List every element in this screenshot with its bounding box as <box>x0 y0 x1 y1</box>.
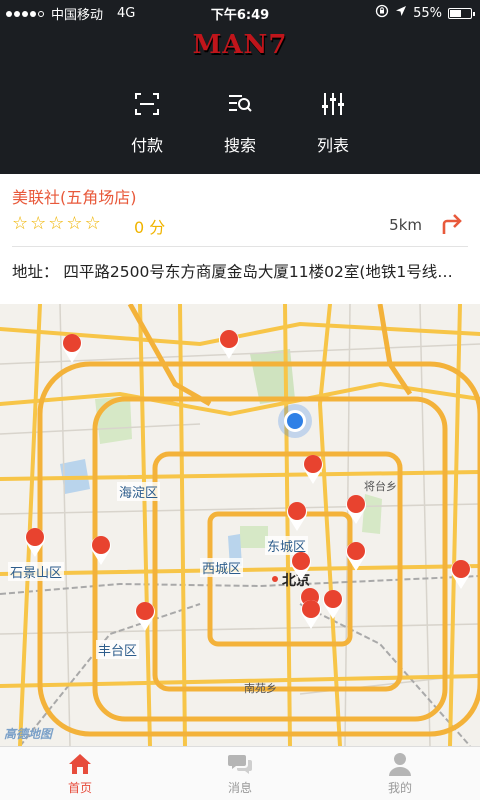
store-marker-icon[interactable] <box>344 493 368 525</box>
store-marker-icon[interactable] <box>289 550 313 582</box>
district-label: 海淀区 <box>117 482 161 501</box>
navigate-arrow-icon[interactable] <box>438 210 466 238</box>
pay-label: 付款 <box>130 136 163 155</box>
district-label: 石景山区 <box>8 562 65 581</box>
rotation-lock-icon <box>375 4 389 22</box>
store-marker-icon[interactable] <box>89 534 113 566</box>
message-icon <box>228 755 252 774</box>
store-marker-icon[interactable] <box>60 332 84 364</box>
pay-button[interactable]: 付款 <box>107 90 187 156</box>
battery-icon <box>448 7 475 19</box>
action-bar: 付款 搜索 列表 <box>0 90 480 160</box>
tab-home[interactable]: 首页 <box>40 751 120 796</box>
rating-score: 0 分 <box>134 218 166 237</box>
scan-icon <box>135 93 159 115</box>
tab-messages[interactable]: 消息 <box>200 751 280 796</box>
tab-profile-label: 我的 <box>387 781 412 795</box>
app-header: 中国移动 4G 下午6:49 55% MAN7 付款 搜索 列表 <box>0 0 480 174</box>
search-button[interactable]: 搜索 <box>200 90 280 156</box>
store-marker-icon[interactable] <box>133 600 157 632</box>
store-marker-icon[interactable] <box>344 540 368 572</box>
battery-percent: 55% <box>413 5 442 21</box>
brand-logo: MAN7 <box>192 30 288 60</box>
place-label: 将台乡 <box>364 480 397 493</box>
store-name[interactable]: 美联社(五角场店) <box>12 184 137 208</box>
district-label: 西城区 <box>200 558 244 577</box>
search-list-icon <box>229 95 252 112</box>
star-icon: ☆ <box>48 213 65 234</box>
store-marker-icon[interactable] <box>301 453 325 485</box>
status-bar: 中国移动 4G 下午6:49 55% <box>0 0 480 24</box>
current-location-dot <box>278 404 312 438</box>
place-label: 南苑乡 <box>244 682 277 695</box>
map-view[interactable]: 海淀区 东城区 西城区 石景山区 丰台区 将台乡 南苑乡 北京 高德地图 <box>0 304 480 746</box>
store-marker-icon[interactable] <box>321 588 345 620</box>
star-icon: ☆ <box>30 213 47 234</box>
map-provider-logo: 高德地图 <box>4 727 53 741</box>
store-marker-icon[interactable] <box>217 328 241 360</box>
store-marker-icon[interactable] <box>449 558 473 590</box>
store-distance: 5km <box>389 216 422 234</box>
divider <box>12 246 468 247</box>
list-button[interactable]: 列表 <box>293 90 373 156</box>
map-roads <box>0 304 480 746</box>
tab-messages-label: 消息 <box>227 781 252 795</box>
city-center-dot <box>272 576 278 582</box>
store-marker-icon[interactable] <box>285 500 309 532</box>
location-arrow-icon <box>395 5 407 21</box>
store-card[interactable]: 美联社(五角场店) ☆ ☆ ☆ ☆ ☆ 0 分 5km 地址： 四平路2500号东方商厦… <box>0 174 480 304</box>
star-icon: ☆ <box>12 213 29 234</box>
home-icon <box>69 754 91 774</box>
rating-stars: ☆ ☆ ☆ ☆ ☆ <box>12 214 101 234</box>
star-icon: ☆ <box>66 213 83 234</box>
district-label: 丰台区 <box>96 640 140 659</box>
store-marker-icon[interactable] <box>299 598 323 630</box>
profile-icon <box>389 753 411 776</box>
tab-bar: 首页 消息 我的 <box>0 746 480 800</box>
sliders-icon <box>322 93 344 115</box>
list-label: 列表 <box>316 136 349 155</box>
store-address: 地址： 四平路2500号东方商厦金岛大厦11楼02室(地铁1号线五角场站) <box>12 263 467 281</box>
store-marker-icon[interactable] <box>23 526 47 558</box>
star-icon: ☆ <box>84 213 101 234</box>
search-label: 搜索 <box>223 136 256 155</box>
tab-profile[interactable]: 我的 <box>360 751 440 796</box>
tab-home-label: 首页 <box>67 781 92 795</box>
